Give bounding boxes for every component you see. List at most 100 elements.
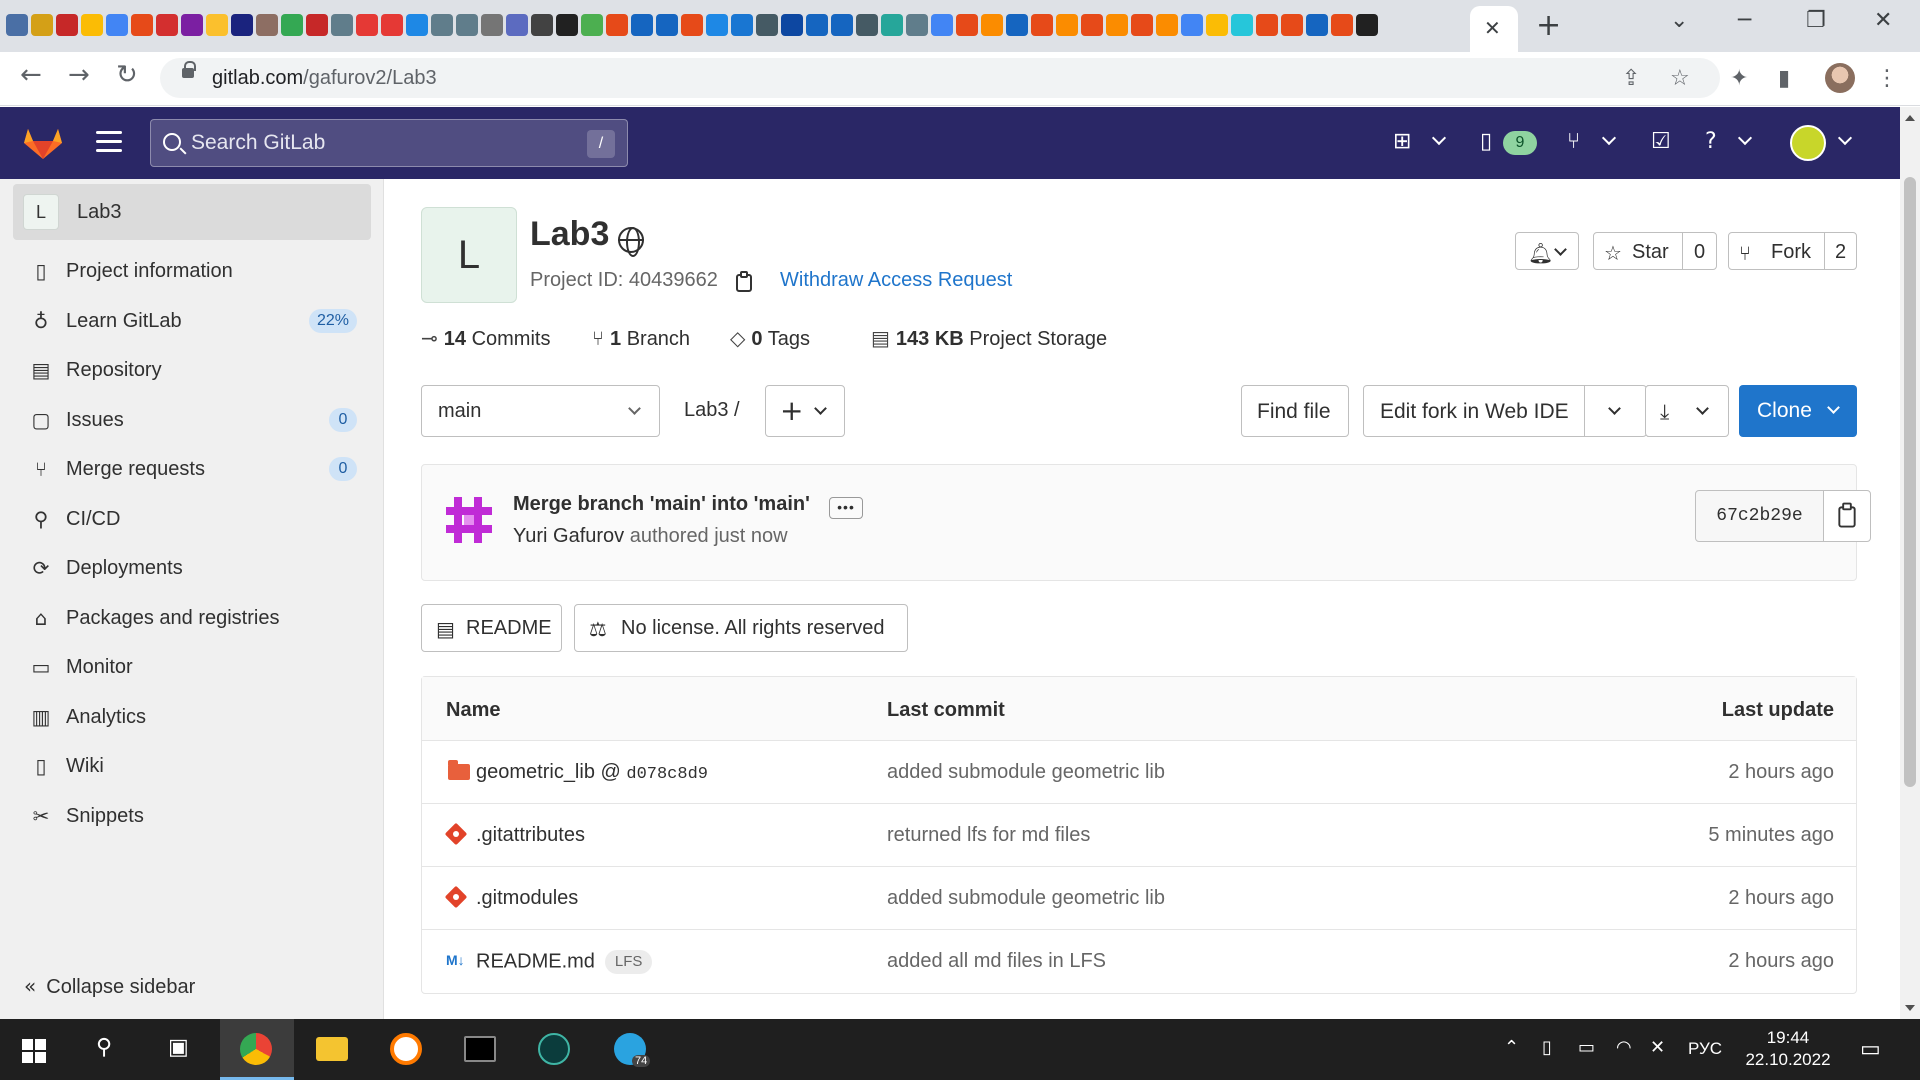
pinned-tab-favicon[interactable] [1156,14,1178,36]
withdraw-access-request-link[interactable]: Withdraw Access Request [780,269,1012,292]
branch-stat[interactable]: ⑂ 1 Branch [592,326,690,351]
restore-icon[interactable]: ❐ [1806,8,1826,33]
bookmark-star-icon[interactable]: ☆ [1670,66,1690,91]
scroll-up-arrow-icon[interactable] [1905,115,1915,121]
last-commit-link[interactable]: added submodule geometric lib [887,887,1165,910]
pinned-tab-favicon[interactable] [706,14,728,36]
collapse-sidebar-button[interactable]: « Collapse sidebar [24,974,195,999]
forward-icon[interactable]: → [68,60,90,90]
pinned-tab-favicon[interactable] [306,14,328,36]
pinned-tab-favicon[interactable] [1306,14,1328,36]
table-row[interactable]: M↓ README.md LFS added all md files in LFS 2… [422,930,1856,993]
chevron-down-icon[interactable] [1837,130,1853,146]
pinned-tab-favicon[interactable] [581,14,603,36]
sidebar-project-header[interactable]: L Lab3 [13,184,371,240]
menu-icon[interactable] [96,131,122,153]
pinned-tab-favicon[interactable] [506,14,528,36]
gitlab-logo[interactable] [22,121,64,163]
profile-avatar[interactable] [1825,63,1855,93]
user-avatar[interactable] [1790,125,1826,161]
file-name-link[interactable]: geometric_lib [476,761,595,783]
taskbar-search-button[interactable]: ⚲ [72,1019,144,1080]
chevron-down-icon[interactable] [1601,130,1617,146]
active-tab[interactable]: ✕ [1470,6,1518,52]
tray-chevron-up-icon[interactable]: ⌃ [1504,1037,1519,1058]
help-icon[interactable]: ? [1705,129,1717,154]
file-name-link[interactable]: .gitattributes [476,824,585,846]
sidebar-item-learn-gitlab[interactable]: ♁ Learn GitLab 22% [13,299,371,343]
lock-icon[interactable] [182,61,196,78]
pinned-tab-favicon[interactable] [281,14,303,36]
wifi-icon[interactable]: ◠ [1616,1037,1632,1058]
sidebar-item-deployments[interactable]: ⟳ Deployments [13,546,371,590]
commit-description-toggle[interactable]: ••• [829,497,863,519]
last-commit-link[interactable]: added submodule geometric lib [887,761,1165,784]
pinned-tab-favicon[interactable] [1106,14,1128,36]
system-clock[interactable]: 19:44 22.10.2022 [1740,1027,1836,1071]
page-scrollbar[interactable] [1900,107,1920,1019]
pinned-tab-favicon[interactable] [1006,14,1028,36]
create-new-icon[interactable]: ⊞ [1393,129,1411,154]
table-row[interactable]: geometric_lib @ d078c8d9 added submodule … [422,741,1856,804]
pinned-tab-favicon[interactable] [1356,14,1378,36]
taskbar-app-orange[interactable] [370,1019,442,1080]
pinned-tab-favicon[interactable] [956,14,978,36]
fork-count[interactable]: 2 [1835,241,1846,264]
pinned-tab-favicon[interactable] [31,14,53,36]
last-commit-link[interactable]: added all md files in LFS [887,950,1106,973]
pinned-tab-favicon[interactable] [231,14,253,36]
tray-device-icon[interactable]: ▯ [1542,1037,1552,1058]
commits-stat[interactable]: ⊸ 14 Commits [421,326,550,351]
notification-button[interactable]: 🔔︎ [1515,232,1579,270]
extensions-icon[interactable]: ✦ [1730,66,1748,91]
pinned-tab-favicon[interactable] [806,14,828,36]
taskbar-app-dark[interactable] [518,1019,590,1080]
pinned-tab-favicon[interactable] [6,14,28,36]
pinned-tab-favicon[interactable] [1056,14,1078,36]
star-button[interactable]: ☆ Star 0 [1593,232,1717,270]
tab-search-chevron-icon[interactable]: ⌄ [1670,8,1688,33]
back-icon[interactable]: ← [20,60,42,90]
pinned-tab-favicon[interactable] [906,14,928,36]
chrome-menu-icon[interactable]: ⋮ [1876,66,1898,91]
battery-icon[interactable]: ▭ [1578,1037,1595,1058]
sidebar-item-packages-and-registries[interactable]: ⌂ Packages and registries [13,596,371,640]
breadcrumb[interactable]: Lab3 / [684,399,740,422]
edit-web-ide-button[interactable]: Edit fork in Web IDE [1363,385,1647,437]
taskbar-telegram[interactable]: 74 [594,1019,666,1080]
notifications-icon[interactable]: ▭ [1860,1037,1881,1062]
pinned-tab-favicon[interactable] [181,14,203,36]
pinned-tab-favicon[interactable] [931,14,953,36]
clone-button[interactable]: Clone [1739,385,1857,437]
merge-requests-header-icon[interactable]: ⑂ [1567,129,1580,154]
pinned-tab-favicon[interactable] [606,14,628,36]
pinned-tab-favicon[interactable] [756,14,778,36]
share-icon[interactable]: ⇪ [1622,66,1640,91]
pinned-tab-favicon[interactable] [656,14,678,36]
chevron-down-icon[interactable] [1737,130,1753,146]
chevron-down-icon[interactable] [1608,402,1621,415]
commit-message-link[interactable]: Merge branch 'main' into 'main' [513,493,810,516]
pinned-tab-favicon[interactable] [1081,14,1103,36]
sidebar-item-ci-cd[interactable]: ⚲ CI/CD [13,497,371,541]
pinned-tab-favicon[interactable] [531,14,553,36]
readme-button[interactable]: ▤ README [421,604,562,652]
pinned-tab-favicon[interactable] [1031,14,1053,36]
taskbar-chrome[interactable] [220,1019,294,1080]
pinned-tab-favicon[interactable] [681,14,703,36]
scrollbar-thumb[interactable] [1904,177,1916,787]
pinned-tab-favicon[interactable] [456,14,478,36]
pinned-tab-favicon[interactable] [156,14,178,36]
sidebar-item-wiki[interactable]: ▯ Wiki [13,744,371,788]
pinned-tab-favicon[interactable] [206,14,228,36]
pinned-tab-favicon[interactable] [556,14,578,36]
pinned-tab-favicon[interactable] [1181,14,1203,36]
pinned-tab-favicon[interactable] [331,14,353,36]
pinned-tab-favicon[interactable] [831,14,853,36]
storage-stat[interactable]: ▤ 143 KB Project Storage [871,326,1107,351]
file-name-link[interactable]: .gitmodules [476,887,578,909]
pinned-tab-favicon[interactable] [56,14,78,36]
sidebar-item-issues[interactable]: ▢ Issues 0 [13,398,371,442]
pinned-tab-favicon[interactable] [881,14,903,36]
table-row[interactable]: .gitattributes returned lfs for md files 5… [422,804,1856,867]
